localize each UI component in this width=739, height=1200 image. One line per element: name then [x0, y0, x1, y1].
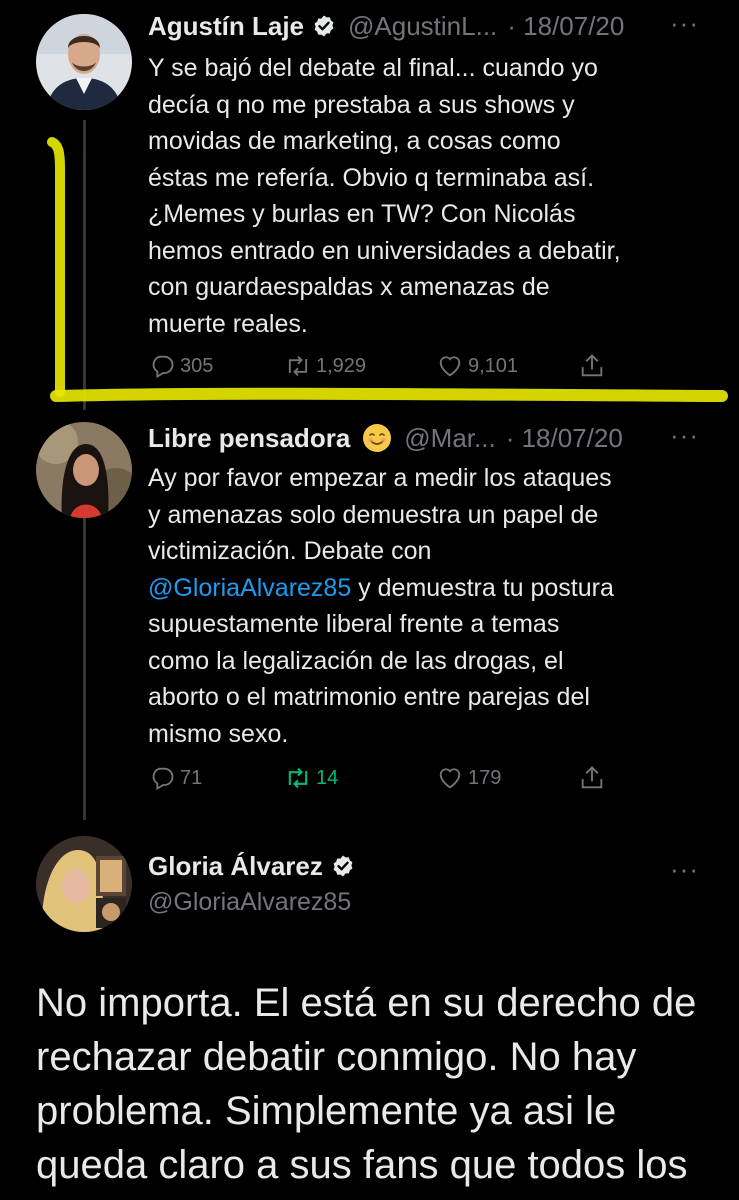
reply-icon [152, 767, 174, 791]
like-button[interactable]: 179 [436, 764, 501, 792]
verified-badge-icon [333, 855, 353, 877]
mention-link[interactable]: @GloriaAlvarez85 [148, 574, 351, 602]
like-count: 179 [468, 766, 502, 789]
tweet-text-part-1: Ay por favor empezar a medir los ataques… [148, 464, 612, 565]
share-button[interactable] [578, 764, 610, 792]
more-icon[interactable]: ··· [670, 420, 699, 451]
tweet-text: Ay por favor empezar a medir los ataques… [148, 460, 708, 752]
smiling-face-emoji [363, 424, 392, 452]
avatar-libre-pensadora[interactable] [36, 422, 132, 518]
tweet-header: Libre pensadora @Mar... · 18/07/20 [148, 418, 699, 458]
reply-button[interactable]: 71 [148, 764, 202, 792]
retweet-icon [288, 767, 308, 789]
author-name[interactable]: Libre pensadora [148, 423, 350, 454]
tweet-timestamp[interactable]: · 18/07/20 [506, 423, 623, 454]
like-icon [439, 768, 461, 789]
retweet-count: 14 [316, 766, 339, 789]
retweet-button[interactable]: 14 [284, 764, 338, 792]
tweet-libre-pensadora[interactable]: Libre pensadora @Mar... · 18/07/20 ··· A… [0, 410, 739, 830]
highlighter-annotation [47, 137, 728, 402]
tweet-gloria-alvarez[interactable]: Gloria Álvarez ··· @GloriaAlvarez85 No i… [0, 830, 739, 1200]
author-name[interactable]: Gloria Álvarez [148, 851, 323, 882]
tweet-actions: 71 14 179 [148, 764, 628, 798]
author-handle[interactable]: @GloriaAlvarez85 [148, 888, 351, 917]
tweet-text: No importa. El está en su derecho de rec… [36, 981, 697, 1187]
share-icon [581, 766, 603, 789]
tweet-header: Gloria Álvarez [148, 846, 699, 886]
author-handle[interactable]: @Mar... [404, 423, 495, 454]
more-icon[interactable]: ··· [670, 854, 699, 885]
avatar-gloria-alvarez[interactable] [36, 836, 132, 932]
reply-count: 71 [180, 766, 203, 789]
